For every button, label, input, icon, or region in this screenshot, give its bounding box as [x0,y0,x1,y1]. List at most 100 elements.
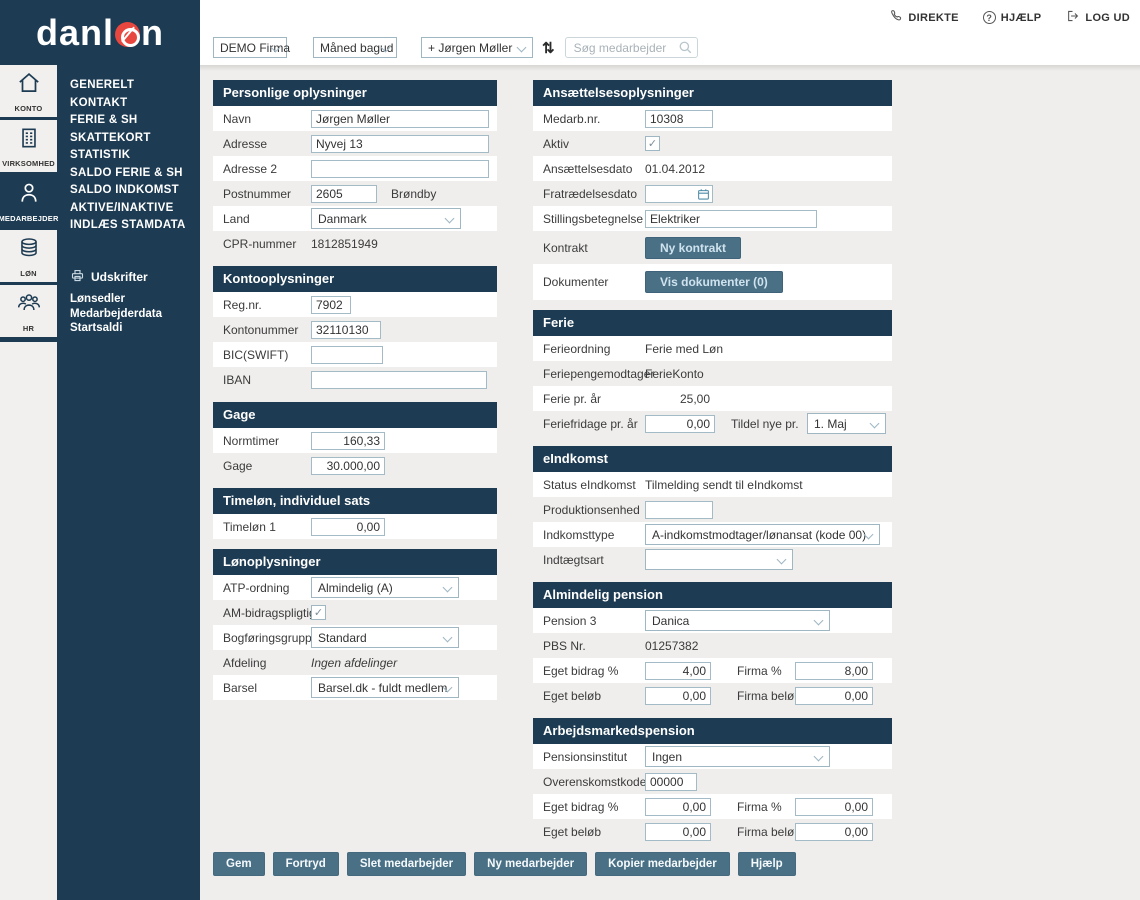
produktionsenhed-input[interactable] [645,501,713,519]
pension3-select[interactable]: Danica [645,610,830,631]
land-select[interactable]: Danmark [311,208,461,229]
egetbidrag-input[interactable] [645,662,711,680]
amp-firmabelob-input[interactable] [795,823,873,841]
fortryd-button[interactable]: Fortryd [273,852,339,876]
gage-label: Gage [223,459,311,473]
atp-select[interactable]: Almindelig (A) [311,577,459,598]
left-column: Personlige oplysninger Navn Adresse Adre… [213,80,497,710]
sidebar-item-medarbejderdata[interactable]: Medarbejderdata [70,307,162,322]
timelon1-row: Timeløn 1 [213,514,497,539]
firmabelob-input[interactable] [795,687,873,705]
panel-title: Timeløn, individuel sats [213,488,497,514]
firmapct-input[interactable] [795,662,873,680]
rail-item-lon[interactable]: LØN [0,230,57,282]
adresse2-input[interactable] [311,160,489,178]
period-select[interactable]: Måned bagud [313,37,397,58]
rail-item-hr[interactable]: HR [0,285,57,337]
am-checkbox[interactable]: ✓ [311,605,326,620]
sidebar-item-kontakt[interactable]: KONTAKT [70,95,186,113]
institut-label: Pensionsinstitut [543,750,645,764]
pensionsinstitut-select[interactable]: Ingen [645,746,830,767]
regnr-label: Reg.nr. [223,298,311,312]
employee-select-value: + Jørgen Møller [428,41,512,55]
timelon1-input[interactable] [311,518,385,536]
sort-icon[interactable]: ⇅ [542,39,555,57]
logud-label: LOG UD [1085,12,1130,24]
adresse-input[interactable] [311,135,489,153]
sidebar-item-saldo-indkomst[interactable]: SALDO INDKOMST [70,182,186,200]
rail-item-virksomhed[interactable]: VIRKSOMHED [0,120,57,172]
sidebar-item-ferie-sh[interactable]: FERIE & SH [70,112,186,130]
postnummer-input[interactable] [311,185,377,203]
sidebar-item-startsaldi[interactable]: Startsaldi [70,321,162,336]
brand-bar: danln [0,0,200,65]
logud-link[interactable]: LOG UD [1065,9,1130,26]
amp-egetbelob-input[interactable] [645,823,711,841]
indkomsttype-select[interactable]: A-indkomstmodtager/lønansat (kode 00) [645,524,880,545]
direkte-link[interactable]: DIREKTE [889,9,958,26]
overenskomstkode-input[interactable] [645,773,697,791]
panel-title: Almindelig pension [533,582,892,608]
medarbnr-input[interactable] [645,110,713,128]
sidebar-item-statistik[interactable]: STATISTIK [70,147,186,165]
gem-button[interactable]: Gem [213,852,265,876]
atp-label: ATP-ordning [223,581,311,595]
barsel-row: BarselBarsel.dk - fuldt medlem [213,675,497,700]
employee-select[interactable]: + Jørgen Møller [421,37,533,58]
kopier-medarbejder-button[interactable]: Kopier medarbejder [595,852,730,876]
sidebar-item-generelt[interactable]: GENERELT [70,77,186,95]
tildel-label: Tildel nye pr. [731,417,807,431]
adresse-row: Adresse [213,131,497,156]
iban-input[interactable] [311,371,487,389]
am-row: AM-bidragspligtig✓ [213,600,497,625]
rail-item-label: KONTO [15,104,43,113]
amp-firmapct-input[interactable] [795,798,873,816]
medarbnr-row: Medarb.nr. [533,106,892,131]
normtimer-input[interactable] [311,432,385,450]
tildel-select[interactable]: 1. Maj [807,413,886,434]
bogforing-select[interactable]: Standard [311,627,459,648]
ferieordning-label: Ferieordning [543,342,645,356]
rail-item-konto[interactable]: KONTO [0,65,57,117]
rail-item-medarbejder[interactable]: MEDARBEJDER [0,175,57,227]
amp-belob-row: Eget beløbFirma beløb [533,819,892,844]
aktiv-checkbox[interactable]: ✓ [645,136,660,151]
sidebar-item-skattekort[interactable]: SKATTEKORT [70,130,186,148]
sidebar-item-lonsedler[interactable]: Lønsedler [70,292,162,307]
postnummer-row: PostnummerBrøndby [213,181,497,206]
search-icon[interactable] [678,40,693,60]
stilling-input[interactable] [645,210,817,228]
cpr-value: 1812851949 [311,237,378,251]
hjaelp-link[interactable]: ? HJÆLP [983,11,1042,24]
stilling-row: Stillingsbetegnelse [533,206,892,231]
udskrifter-toggle[interactable]: Udskrifter [70,268,162,286]
hjaelp-button[interactable]: Hjælp [738,852,796,876]
barsel-select[interactable]: Barsel.dk - fuldt medlem [311,677,459,698]
panel-title: eIndkomst [533,446,892,472]
firmapct-label: Firma % [737,664,795,678]
ny-medarbejder-button[interactable]: Ny medarbejder [474,852,587,876]
panel-title: Kontooplysninger [213,266,497,292]
sidebar-item-aktive-inaktive[interactable]: AKTIVE/INAKTIVE [70,200,186,218]
amp-egetbelob-label: Eget beløb [543,825,645,839]
regnr-input[interactable] [311,296,351,314]
logo-text-1: danl [36,15,114,51]
vis-dokumenter-button[interactable]: Vis dokumenter (0) [645,271,783,293]
indtaegtsart-select[interactable] [645,549,793,570]
sidebar-item-indlaes-stamdata[interactable]: INDLÆS STAMDATA [70,217,186,235]
gage-input[interactable] [311,457,385,475]
ny-kontrakt-button[interactable]: Ny kontrakt [645,237,741,259]
danlon-logo[interactable]: danln [36,15,164,51]
rail-item-label: HR [23,324,34,333]
footer-actions: Gem Fortryd Slet medarbejder Ny medarbej… [213,852,796,876]
sidebar-item-saldo-ferie[interactable]: SALDO FERIE & SH [70,165,186,183]
company-select[interactable]: DEMO Firma [213,37,287,58]
kontonummer-input[interactable] [311,321,381,339]
feriefridage-input[interactable] [645,415,715,433]
medarbnr-label: Medarb.nr. [543,112,645,126]
navn-input[interactable] [311,110,489,128]
amp-egetbidrag-input[interactable] [645,798,711,816]
slet-medarbejder-button[interactable]: Slet medarbejder [347,852,466,876]
egetbelob-input[interactable] [645,687,711,705]
bic-input[interactable] [311,346,383,364]
